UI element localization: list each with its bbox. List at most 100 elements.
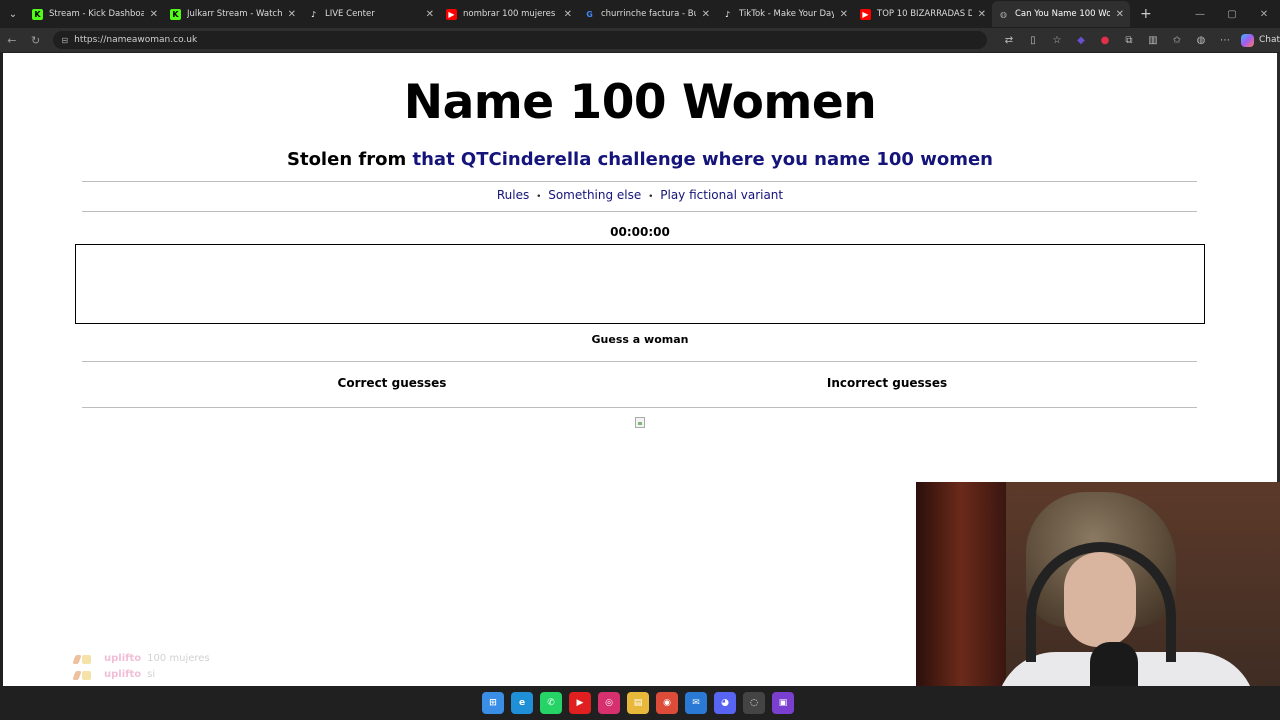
tab-close-icon[interactable]: ✕: [978, 9, 986, 20]
split-screen-icon[interactable]: ▥: [1141, 35, 1165, 46]
browser-tab[interactable]: ♪ LIVE Center ✕: [302, 1, 440, 27]
tab-close-icon[interactable]: ✕: [1116, 9, 1124, 20]
rules-link[interactable]: Rules: [497, 188, 529, 202]
toolbar-icons: ⇄ ▯ ☆ ◆ ● ⧉ ▥ ✩ ◍ ⋯: [997, 35, 1237, 46]
address-bar[interactable]: ⊟ https://nameawoman.co.uk: [53, 31, 987, 49]
gift-badge-icon: [82, 654, 91, 664]
correct-guesses-heading: Correct guesses: [337, 376, 447, 390]
tab-bar: ⌄ K Stream - Kick Dashboard ✕ K Julkarr Stre…: [0, 0, 1280, 28]
tab-label: Stream - Kick Dashboard: [49, 9, 144, 19]
tab-label: TikTok - Make Your Day: [739, 9, 834, 19]
copilot-icon: [1240, 33, 1254, 47]
more-menu-icon[interactable]: ⋯: [1213, 35, 1237, 46]
back-icon[interactable]: ←: [0, 34, 24, 47]
chat-badges: [72, 670, 104, 680]
app-icon[interactable]: ▣: [772, 692, 794, 714]
file-explorer-icon[interactable]: ▤: [627, 692, 649, 714]
guess-input[interactable]: [75, 244, 1205, 324]
chat-message: uplifto si: [72, 667, 210, 683]
page-title: Name 100 Women: [403, 75, 877, 130]
subtitle-prefix: Stolen from: [287, 149, 413, 170]
browser-tab[interactable]: ▶ TOP 10 BIZARRADAS DE COME ✕: [854, 1, 992, 27]
qtcinderella-challenge-link[interactable]: that QTCinderella challenge where you na…: [413, 149, 993, 170]
kick-icon: K: [170, 8, 181, 20]
favorite-star-icon[interactable]: ☆: [1045, 35, 1069, 46]
tab-label: LIVE Center: [325, 9, 375, 19]
guess-label: Guess a woman: [591, 333, 689, 346]
separator: •: [648, 192, 654, 202]
translate-icon[interactable]: ⇄: [997, 35, 1021, 46]
tab-label: TOP 10 BIZARRADAS DE COME: [877, 9, 972, 19]
pencil-badge-icon: [72, 654, 82, 664]
divider: [82, 181, 1197, 182]
chat-text: si: [147, 669, 156, 680]
tab-label: churrinche factura - Buscar con: [601, 9, 696, 19]
kick-icon: K: [32, 8, 43, 20]
taskbar-icons: ⊞ e ✆ ▶ ◎ ▤ ◉ ✉ ◕ ◌ ▣: [482, 692, 801, 714]
reload-icon[interactable]: ↻: [24, 34, 48, 47]
browser-tab[interactable]: ♪ TikTok - Make Your Day ✕: [716, 1, 854, 27]
extension-icon[interactable]: ◆: [1069, 35, 1093, 46]
edge-icon[interactable]: e: [511, 692, 533, 714]
instagram-icon[interactable]: ◎: [598, 692, 620, 714]
address-toolbar: ← ↻ ⊟ https://nameawoman.co.uk ⇄ ▯ ☆ ◆ ●…: [0, 28, 1280, 52]
incorrect-guesses-heading: Incorrect guesses: [826, 376, 948, 390]
new-tab-button[interactable]: +: [1130, 6, 1162, 22]
gift-badge-icon: [82, 670, 91, 680]
tab-close-icon[interactable]: ✕: [150, 9, 158, 20]
mail-icon[interactable]: ✉: [685, 692, 707, 714]
chat-username: uplifto: [104, 669, 142, 680]
extensions-puzzle-icon[interactable]: ⧉: [1117, 35, 1141, 46]
browser-tab[interactable]: K Julkarr Stream - Watch Live on ✕: [164, 1, 302, 27]
chrome-icon[interactable]: ◉: [656, 692, 678, 714]
chat-badges: [72, 654, 104, 664]
webcam-overlay: [916, 482, 1280, 720]
copilot-label: Chat: [1258, 35, 1280, 45]
window-controls: — ▢ ✕: [1184, 0, 1280, 28]
obs-icon[interactable]: ◌: [743, 692, 765, 714]
broken-image-icon: [635, 417, 645, 428]
discord-icon[interactable]: ◕: [714, 692, 736, 714]
tab-close-icon[interactable]: ✕: [426, 9, 434, 20]
favorites-icon[interactable]: ✩: [1165, 35, 1189, 46]
chat-text: 100 mujeres: [147, 653, 210, 664]
divider: [82, 361, 1197, 362]
pencil-badge-icon: [72, 670, 82, 680]
tab-close-icon[interactable]: ✕: [564, 9, 572, 20]
page-subtitle: Stolen from that QTCinderella challenge …: [3, 149, 1277, 170]
browser-tab[interactable]: ◍ Can You Name 100 Women? ✕: [992, 1, 1130, 27]
windows-taskbar: ⊞ e ✆ ▶ ◎ ▤ ◉ ✉ ◕ ◌ ▣: [0, 686, 1280, 720]
globe-icon: ◍: [1000, 9, 1007, 19]
browser-tab[interactable]: K Stream - Kick Dashboard ✕: [26, 1, 164, 27]
tab-close-icon[interactable]: ✕: [702, 9, 710, 20]
nav-links: Rules • Something else • Play fictional …: [3, 188, 1277, 202]
close-window-icon[interactable]: ✕: [1248, 9, 1280, 20]
browser-tab[interactable]: ▶ nombrar 100 mujeres - YouTube ✕: [440, 1, 578, 27]
youtube-music-icon[interactable]: ▶: [569, 692, 591, 714]
google-icon: G: [586, 9, 593, 19]
maximize-icon[interactable]: ▢: [1216, 9, 1248, 20]
youtube-icon: ▶: [446, 8, 457, 20]
divider: [82, 407, 1197, 408]
something-else-link[interactable]: Something else: [548, 188, 641, 202]
fictional-variant-link[interactable]: Play fictional variant: [660, 188, 783, 202]
whatsapp-icon[interactable]: ✆: [540, 692, 562, 714]
divider: [82, 211, 1197, 212]
site-info-icon[interactable]: ⊟: [61, 36, 68, 45]
tab-close-icon[interactable]: ✕: [840, 9, 848, 20]
browser-tab[interactable]: Gchurrinche factura - Buscar con ✕: [578, 1, 716, 27]
tiktok-icon: ♪: [310, 9, 317, 19]
tab-actions-menu-icon[interactable]: ⌄: [0, 0, 26, 28]
windows-start-icon[interactable]: ⊞: [482, 692, 504, 714]
reader-mode-icon[interactable]: ▯: [1021, 35, 1045, 46]
webcam-curtain: [916, 482, 1006, 720]
tab-close-icon[interactable]: ✕: [288, 9, 296, 20]
separator: •: [536, 192, 542, 202]
tab-label: Julkarr Stream - Watch Live on: [187, 9, 282, 19]
minimize-icon[interactable]: —: [1184, 9, 1216, 20]
chat-username: uplifto: [104, 653, 142, 664]
profile-avatar[interactable]: ◍: [1189, 35, 1213, 46]
extension-red-icon[interactable]: ●: [1093, 35, 1117, 46]
chat-message: uplifto 100 mujeres: [72, 651, 210, 667]
copilot-chat-button[interactable]: Chat: [1240, 33, 1280, 47]
